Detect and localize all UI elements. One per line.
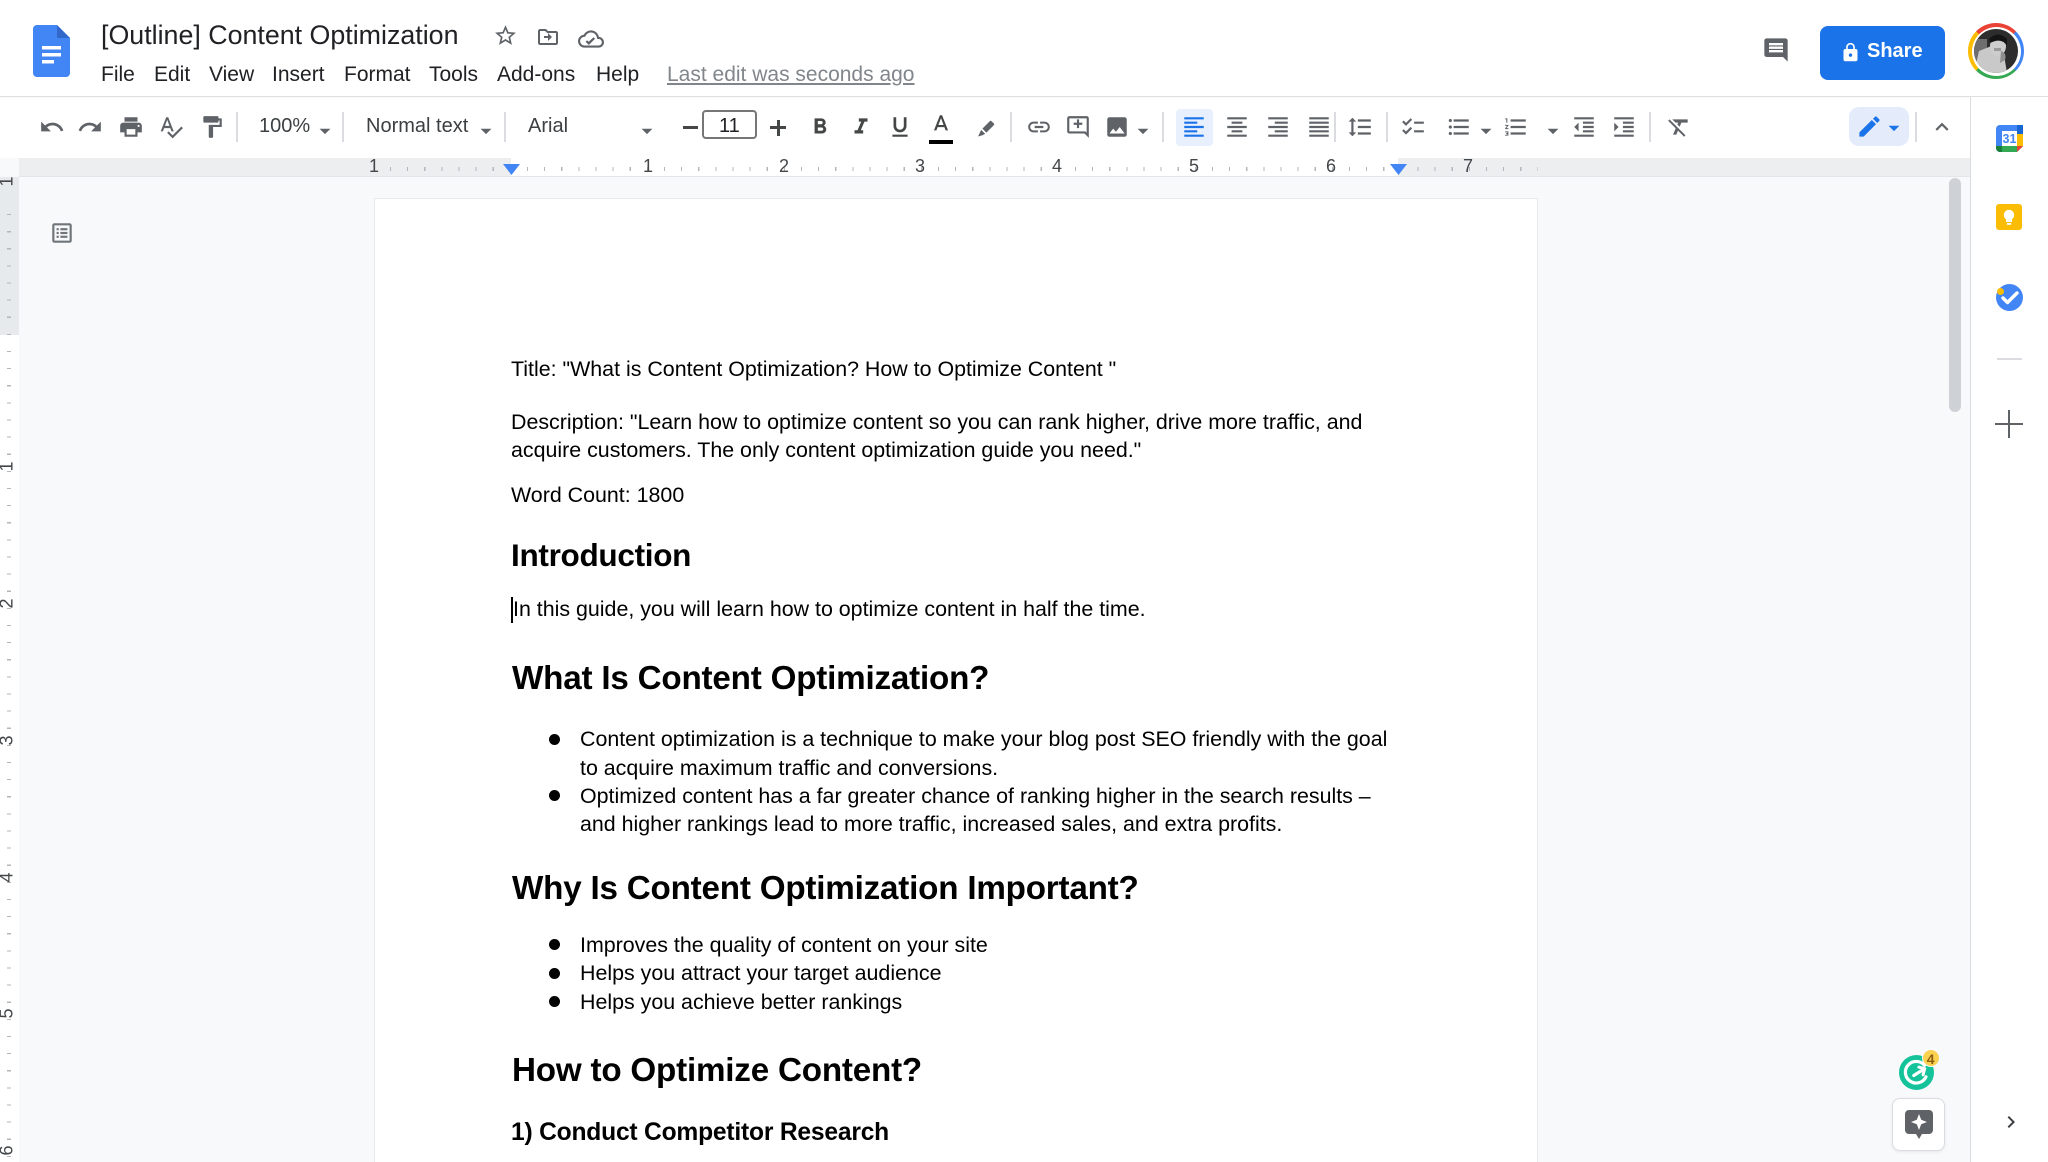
svg-text:31: 31 bbox=[2003, 132, 2017, 146]
